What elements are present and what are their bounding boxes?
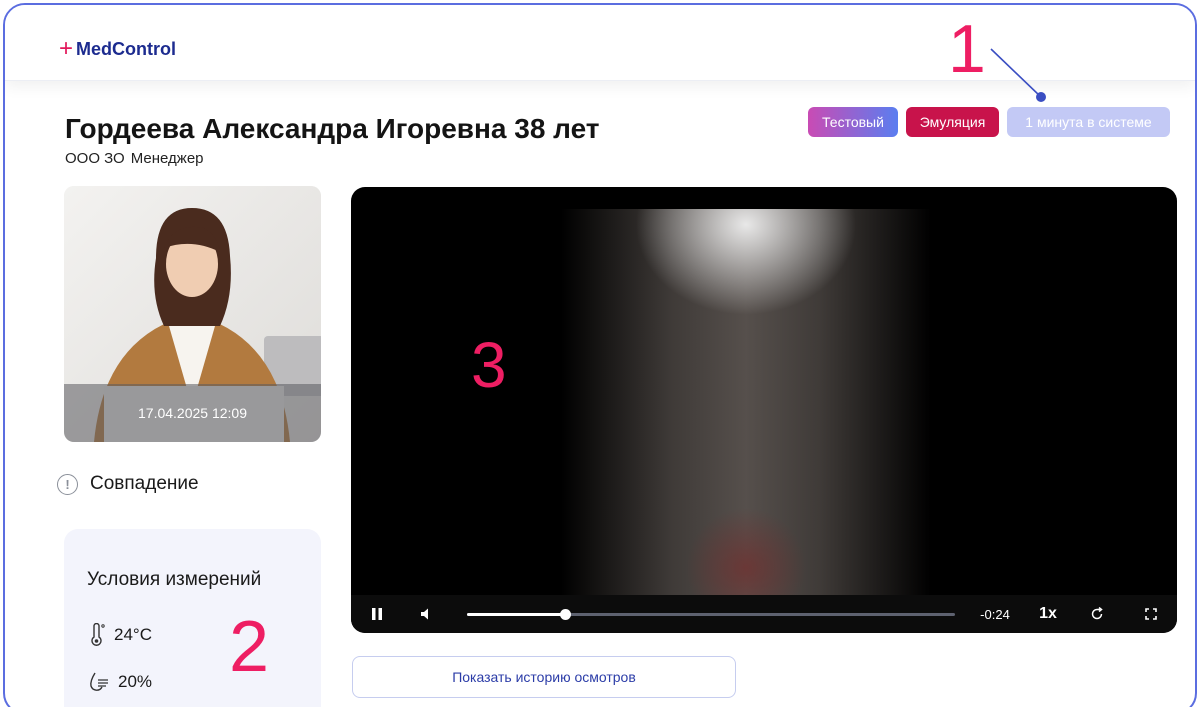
patient-photo[interactable]: 17.04.2025 12:09 [64, 186, 321, 442]
test-badge: Тестовый [808, 107, 898, 137]
progress-fill [467, 613, 565, 616]
temperature-value: 24°C [114, 625, 152, 644]
pause-button[interactable] [365, 595, 389, 633]
volume-button[interactable] [415, 595, 439, 633]
video-controls: -0:24 1x [351, 595, 1177, 633]
humidity-row: 20% [88, 671, 152, 693]
patient-position: Менеджер [130, 150, 204, 167]
replay-icon [1091, 607, 1103, 620]
conditions-title: Условия измерений [87, 569, 262, 590]
show-inspection-history-button[interactable]: Показать историю осмотров [352, 656, 736, 698]
info-icon: ! [57, 473, 78, 495]
measurement-conditions-panel: Условия измерений 24°C 20% 2 [64, 529, 321, 707]
app-frame: + MedControl Гордеева Александра Игоревн… [3, 3, 1197, 707]
playback-speed-button[interactable]: 1x [1033, 595, 1063, 633]
time-remaining: -0:24 [980, 606, 1010, 622]
logo[interactable]: + MedControl [59, 34, 176, 62]
humidity-value: 20% [118, 672, 153, 691]
temperature-row: 24°C [88, 623, 152, 647]
video-frame [561, 209, 931, 599]
progress-handle[interactable] [559, 609, 571, 620]
callout-2: 2 [229, 607, 270, 687]
patient-subtitle: ООО ЗО Менеджер [65, 150, 204, 167]
pause-icon [372, 608, 382, 620]
logo-plus-icon: + [59, 34, 74, 62]
callout-1-pointer [990, 48, 1046, 102]
emulation-badge: Эмуляция [906, 107, 999, 137]
time-in-system-badge: 1 минута в системе [1007, 107, 1170, 137]
video-player[interactable]: 3 -0:24 1x [351, 187, 1177, 633]
progress-bar[interactable] [467, 609, 955, 620]
fullscreen-button[interactable] [1139, 595, 1163, 633]
replay-button[interactable] [1085, 595, 1109, 633]
speaker-icon [421, 608, 428, 620]
match-status: ! Совпадение [57, 473, 199, 495]
callout-3: 3 [471, 329, 507, 401]
fullscreen-icon [1145, 608, 1157, 620]
patient-name: Гордеева Александра Игоревна 38 лет [65, 113, 600, 144]
patient-company: ООО ЗО [65, 150, 125, 167]
match-label: Совпадение [90, 473, 199, 494]
logo-text: MedControl [76, 39, 176, 59]
humidity-icon [90, 672, 108, 691]
thermometer-icon [91, 623, 105, 646]
callout-1: 1 [948, 11, 986, 87]
photo-timestamp: 17.04.2025 12:09 [64, 384, 321, 442]
status-badges: Тестовый Эмуляция 1 минута в системе [808, 107, 1170, 137]
